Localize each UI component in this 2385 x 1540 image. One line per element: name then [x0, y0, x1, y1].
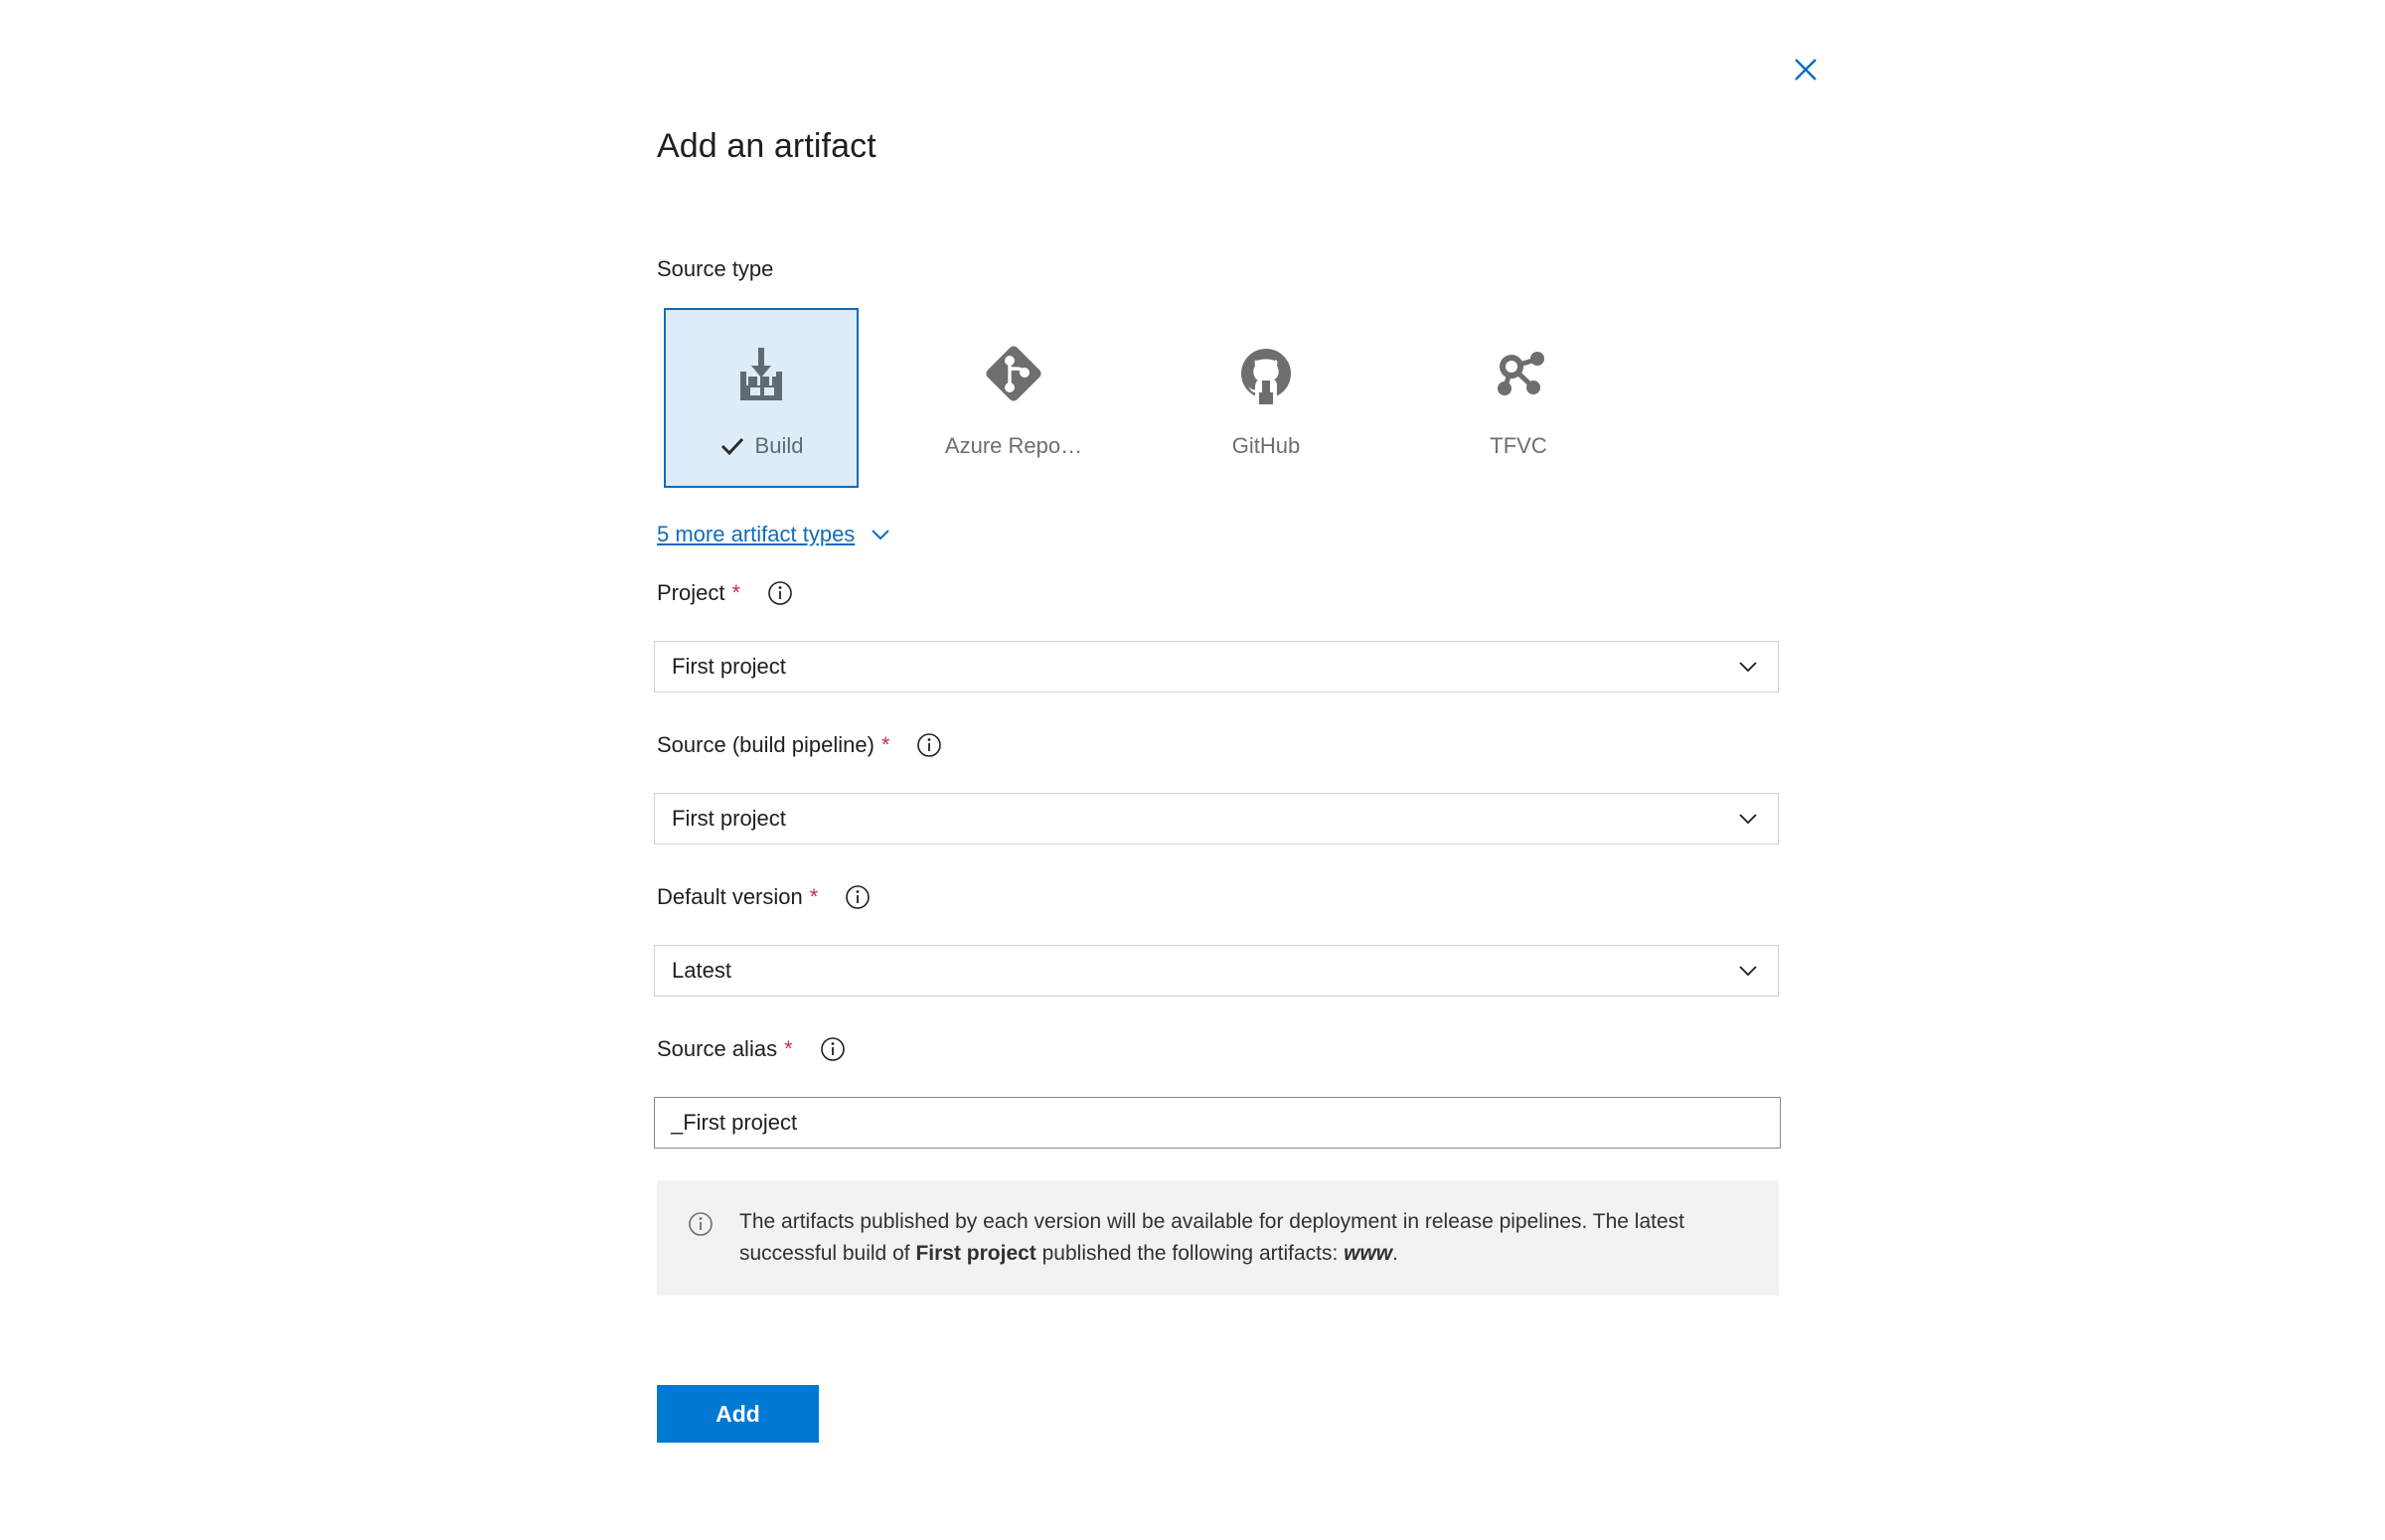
- project-select-value: First project: [672, 654, 786, 679]
- artifact-info-message: The artifacts published by each version …: [657, 1180, 1779, 1296]
- chevron-down-icon: [1736, 807, 1760, 831]
- project-label: Project *: [657, 579, 794, 607]
- chevron-down-icon: [869, 523, 892, 546]
- check-icon: [719, 433, 745, 459]
- panel-title: Add an artifact: [657, 127, 876, 165]
- source-alias-label-text: Source alias: [657, 1036, 778, 1061]
- project-label-text: Project: [657, 580, 725, 605]
- project-select[interactable]: First project: [654, 641, 1779, 693]
- source-pipeline-label-text: Source (build pipeline): [657, 732, 874, 757]
- info-icon-source-pipeline[interactable]: [915, 731, 943, 759]
- info-text-part2: published the following artifacts:: [1035, 1242, 1345, 1265]
- source-pipeline-select-value: First project: [672, 806, 786, 831]
- source-alias-required-marker: *: [784, 1036, 793, 1061]
- default-version-select[interactable]: Latest: [654, 945, 1779, 997]
- close-button[interactable]: [1784, 48, 1828, 91]
- default-version-select-value: Latest: [672, 958, 731, 983]
- source-alias-input[interactable]: [654, 1097, 1781, 1149]
- add-artifact-panel: Add an artifact Source type Build Azure …: [0, 0, 2385, 1540]
- tfvc-icon: [1488, 338, 1549, 409]
- tile-label-row-build: Build: [719, 432, 804, 459]
- add-button[interactable]: Add: [657, 1385, 819, 1443]
- source-type-label-text: Source type: [657, 256, 774, 281]
- info-text-part3: .: [1392, 1242, 1398, 1265]
- chevron-down-icon: [1736, 959, 1760, 983]
- tile-label-build: Build: [754, 432, 804, 458]
- tile-label-row-github: GitHub: [1232, 433, 1300, 459]
- source-type-tile-azure-repos[interactable]: Azure Repo…: [916, 308, 1111, 488]
- source-type-tile-github[interactable]: GitHub: [1169, 308, 1363, 488]
- tile-label-row-azure-repos: Azure Repo…: [945, 433, 1082, 459]
- project-required-marker: *: [731, 580, 741, 605]
- tile-label-row-tfvc: TFVC: [1490, 433, 1546, 459]
- azure-repos-icon: [983, 338, 1044, 409]
- github-icon: [1235, 338, 1297, 409]
- tile-label-tfvc: TFVC: [1490, 432, 1547, 458]
- info-text-build-name: First project: [915, 1242, 1036, 1265]
- default-version-label: Default version *: [657, 883, 872, 911]
- tile-label-github: GitHub: [1231, 432, 1301, 458]
- default-version-label-text: Default version: [657, 884, 803, 909]
- info-text-artifact-name: www: [1344, 1242, 1393, 1265]
- build-icon: [729, 338, 793, 409]
- info-icon-source-alias[interactable]: [819, 1035, 847, 1063]
- info-icon: [687, 1210, 715, 1238]
- source-type-tiles: Build Azure Repo… GitHub TFVC: [664, 308, 1673, 488]
- source-type-label: Source type: [657, 255, 773, 283]
- source-type-tile-tfvc[interactable]: TFVC: [1421, 308, 1616, 488]
- default-version-required-marker: *: [809, 884, 819, 909]
- info-icon-default-version[interactable]: [844, 883, 872, 911]
- tile-label-azure-repos: Azure Repo…: [944, 432, 1083, 458]
- more-artifact-types-link[interactable]: 5 more artifact types: [657, 521, 892, 548]
- source-alias-label: Source alias *: [657, 1035, 847, 1063]
- more-artifact-types-label: 5 more artifact types: [657, 522, 856, 546]
- source-pipeline-required-marker: *: [880, 732, 890, 757]
- close-icon: [1793, 57, 1819, 82]
- source-type-tile-build[interactable]: Build: [664, 308, 859, 488]
- chevron-down-icon: [1736, 655, 1760, 679]
- source-pipeline-label: Source (build pipeline) *: [657, 731, 943, 759]
- info-icon-project[interactable]: [766, 579, 794, 607]
- source-pipeline-select[interactable]: First project: [654, 793, 1779, 845]
- artifact-info-message-text: The artifacts published by each version …: [739, 1206, 1743, 1270]
